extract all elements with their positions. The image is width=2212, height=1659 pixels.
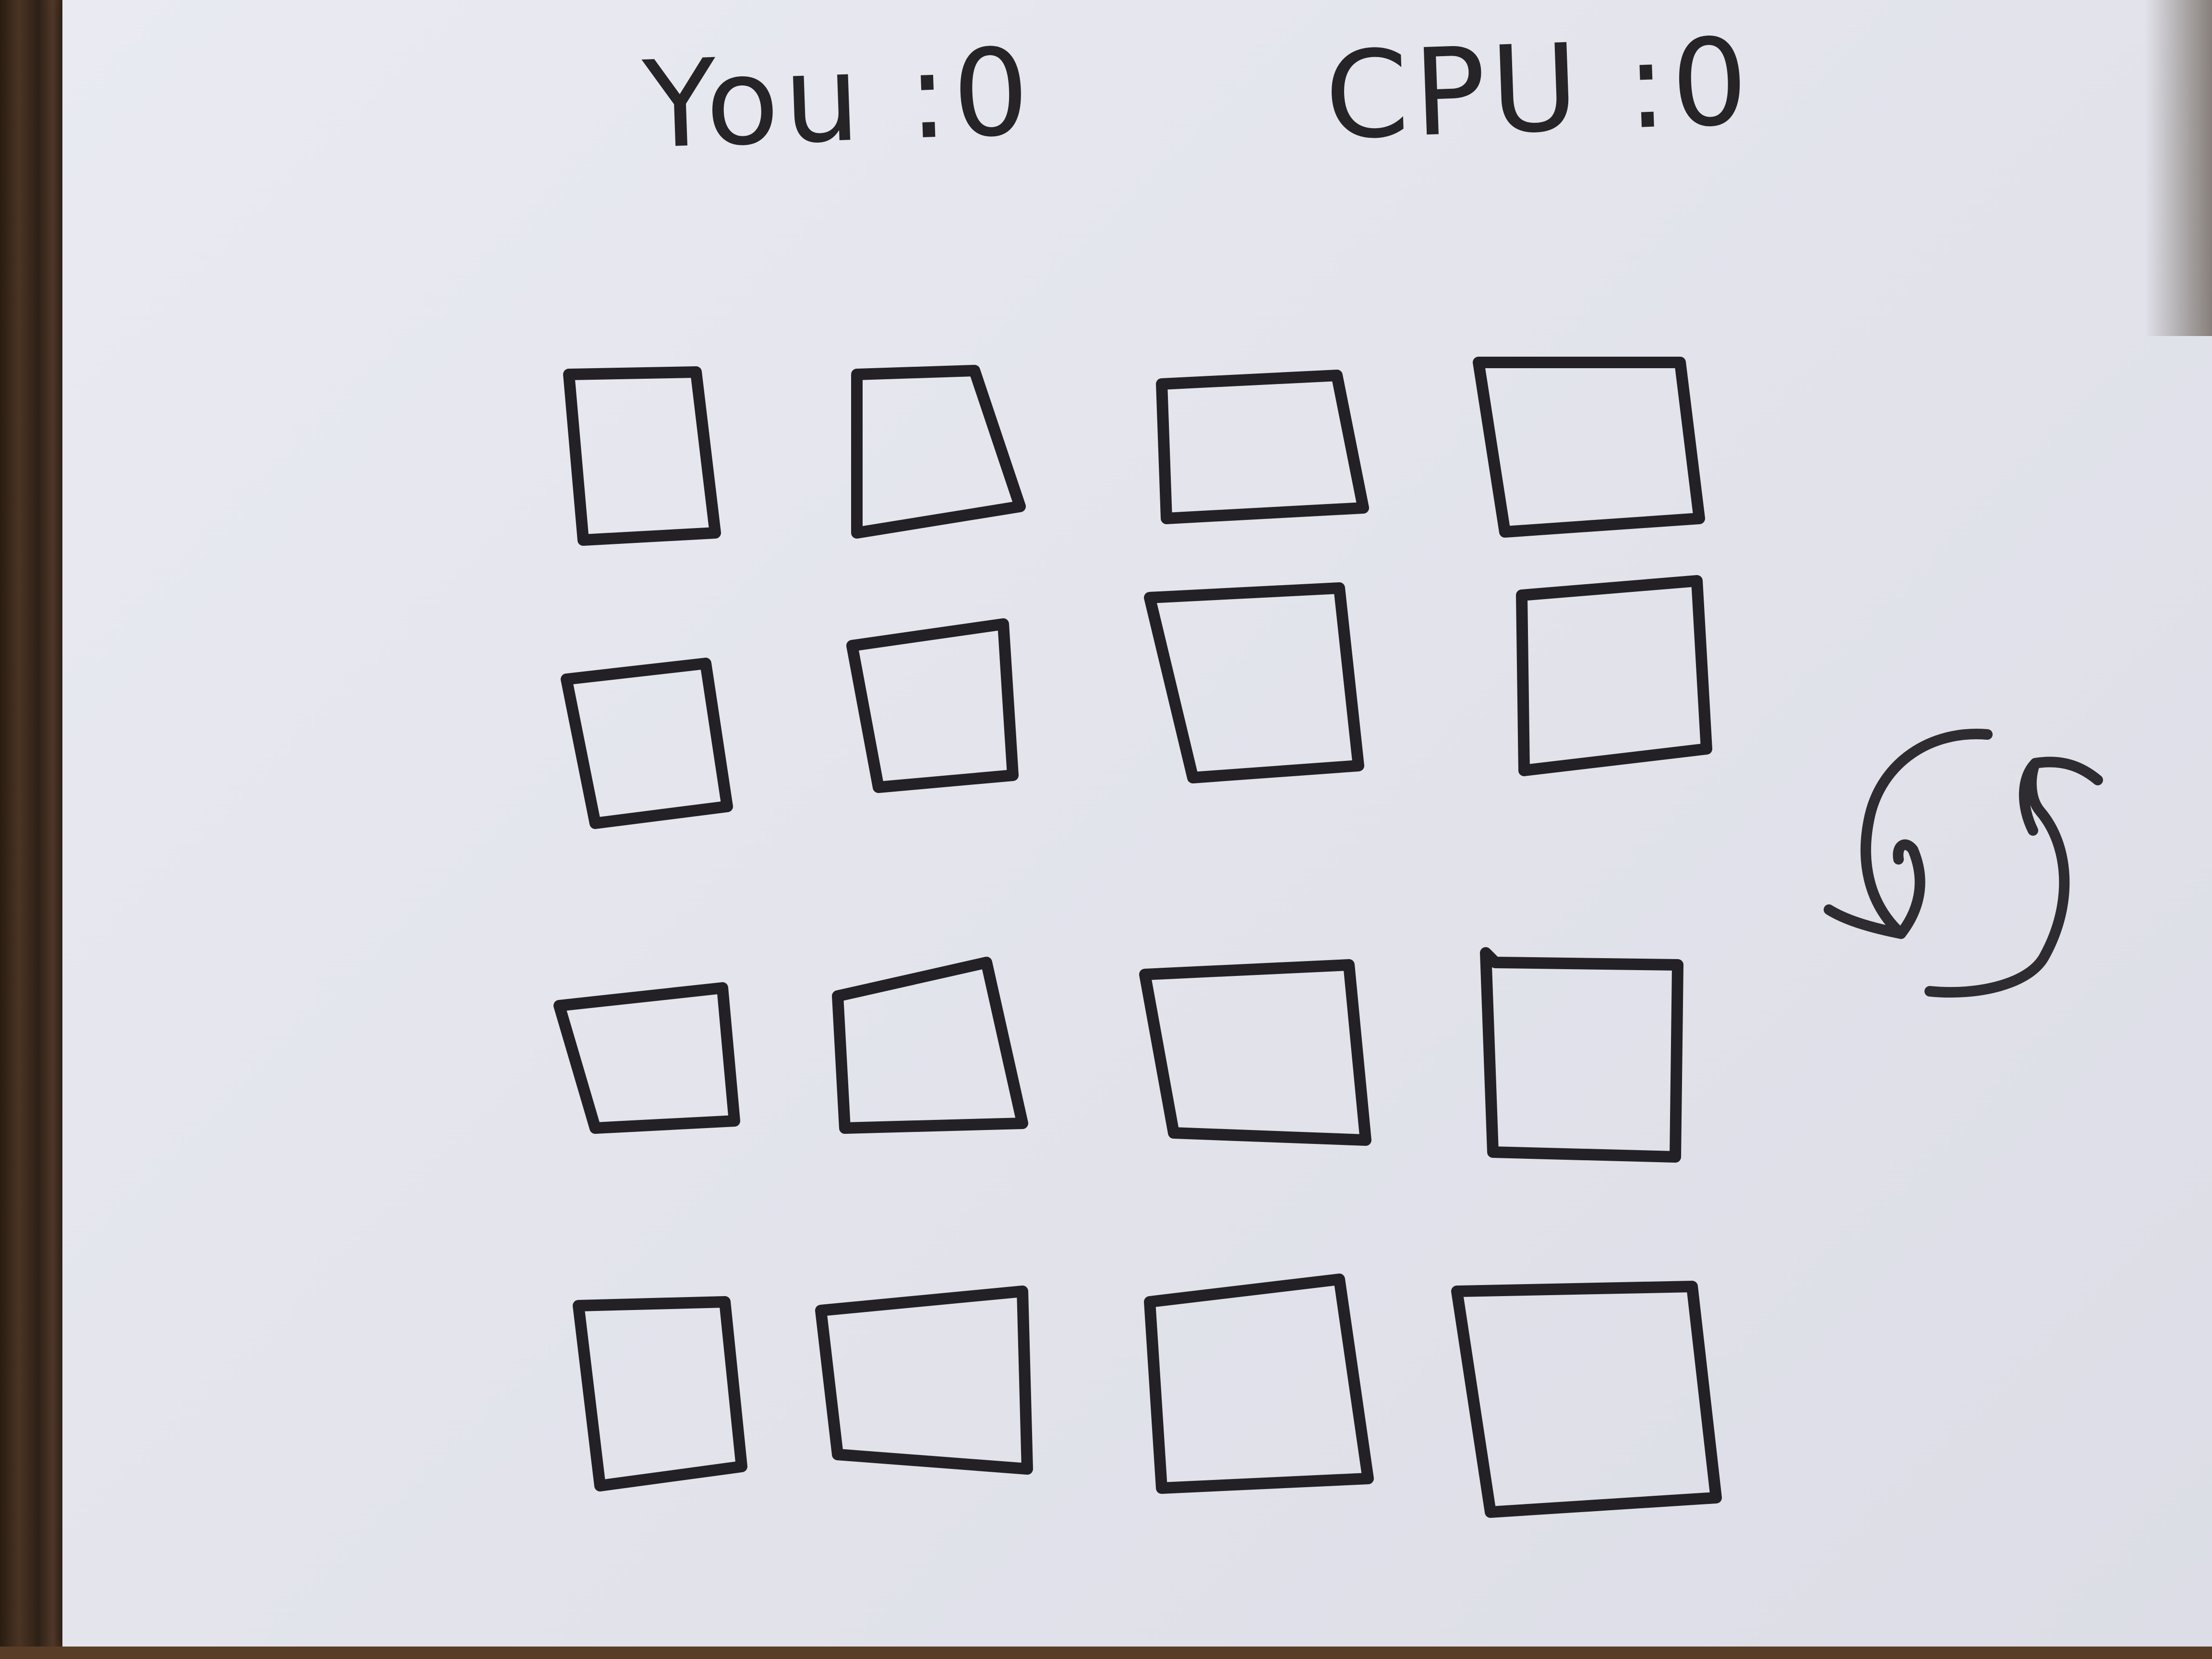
card-r4-c4[interactable] <box>1451 1281 1722 1518</box>
card-r2-c4[interactable] <box>1516 575 1712 776</box>
card-r2-c1[interactable] <box>561 658 733 829</box>
card-r2-c3[interactable] <box>1144 582 1364 783</box>
memory-board <box>553 357 2103 1518</box>
card-r1-c3[interactable] <box>1156 370 1369 524</box>
card-r4-c2[interactable] <box>815 1286 1033 1475</box>
restart-icon[interactable] <box>1824 729 2103 998</box>
card-r4-c1[interactable] <box>573 1296 747 1491</box>
card-r1-c2[interactable] <box>851 365 1026 539</box>
card-r3-c2[interactable] <box>832 957 1028 1134</box>
card-r3-c4[interactable] <box>1480 947 1683 1163</box>
card-r3-c3[interactable] <box>1139 959 1371 1146</box>
card-r3-c1[interactable] <box>553 982 740 1134</box>
card-r2-c2[interactable] <box>846 618 1019 793</box>
card-r1-c4[interactable] <box>1473 357 1705 538</box>
card-r1-c1[interactable] <box>563 366 721 546</box>
card-r4-c3[interactable] <box>1144 1274 1374 1494</box>
